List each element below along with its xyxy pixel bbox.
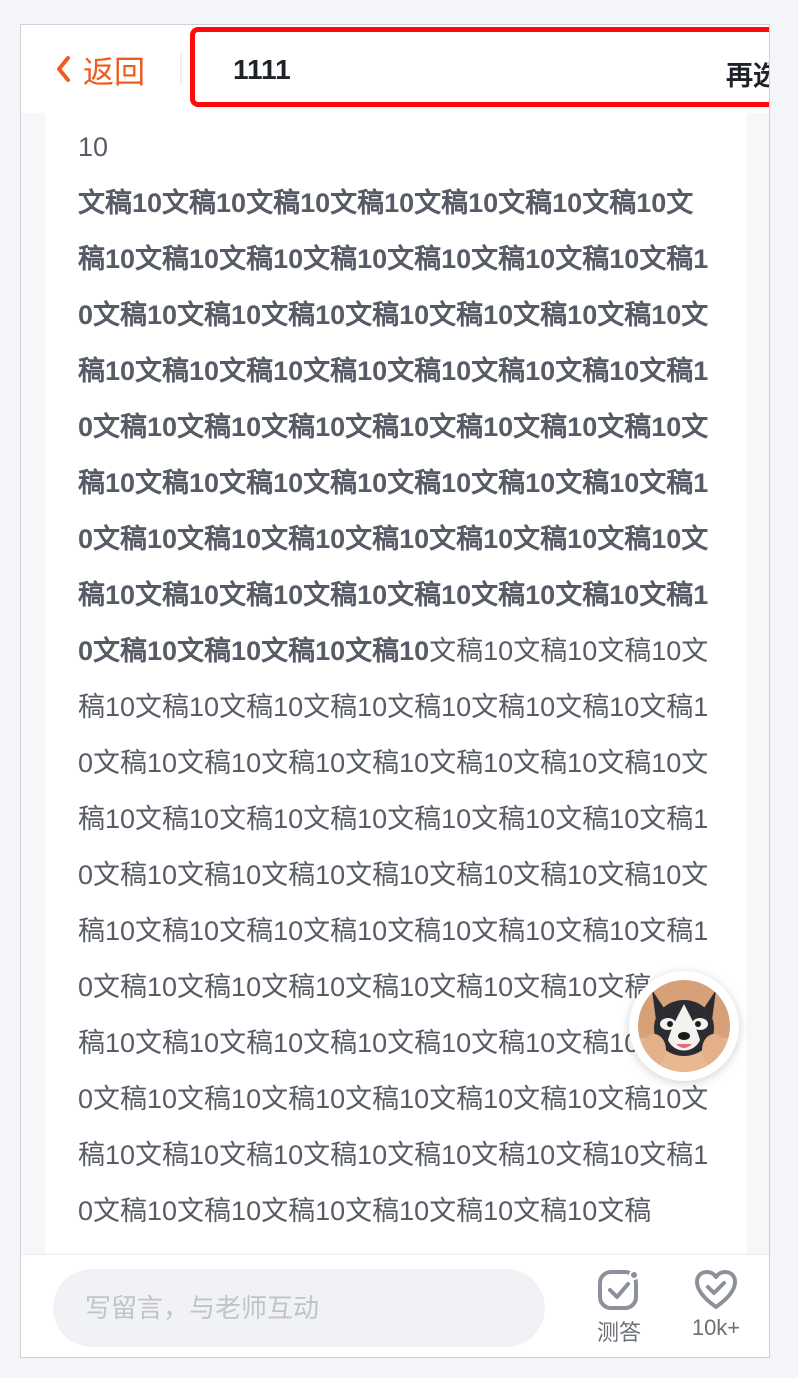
title-highlight-box: 1111 再选 <box>190 27 769 107</box>
chevron-left-icon <box>57 56 70 82</box>
article-normal-text: 文稿10文稿10文稿10文稿10文稿10文稿10文稿10文稿10文稿10文稿10… <box>78 636 709 1226</box>
article-first-line: 10 <box>78 132 109 162</box>
husky-dog-avatar <box>638 980 730 1072</box>
reselect-button[interactable]: 再选 <box>726 54 769 93</box>
heart-check-icon <box>695 1270 737 1309</box>
back-label: 返回 <box>83 54 145 90</box>
header-bar: 返回 1111 再选 <box>21 25 769 113</box>
phone-frame: 返回 1111 再选 10 文稿10文稿10文稿10文稿10文稿10文稿10文稿… <box>20 24 770 1358</box>
quiz-label: 测答 <box>596 1320 641 1345</box>
back-button[interactable]: 返回 <box>55 49 145 90</box>
quiz-button[interactable]: 测答 <box>579 1269 659 1349</box>
like-button[interactable]: 10k+ <box>676 1269 756 1349</box>
comment-input[interactable]: 写留言，与老师互动 <box>53 1269 545 1347</box>
header-divider <box>180 53 182 85</box>
article-text: 10 文稿10文稿10文稿10文稿10文稿10文稿10文稿10文稿10文稿10文… <box>78 119 718 1239</box>
like-count: 10k+ <box>691 1315 741 1340</box>
bottom-bar: 写留言，与老师互动 测答 10k+ <box>21 1254 769 1357</box>
teacher-avatar[interactable] <box>629 971 739 1081</box>
article-bold-text: 文稿10文稿10文稿10文稿10文稿10文稿10文稿10文稿10文稿10文稿10… <box>78 188 709 666</box>
page-title: 1111 <box>233 54 291 85</box>
article-body: 10 文稿10文稿10文稿10文稿10文稿10文稿10文稿10文稿10文稿10文… <box>45 113 747 1253</box>
quiz-check-icon <box>598 1270 639 1310</box>
